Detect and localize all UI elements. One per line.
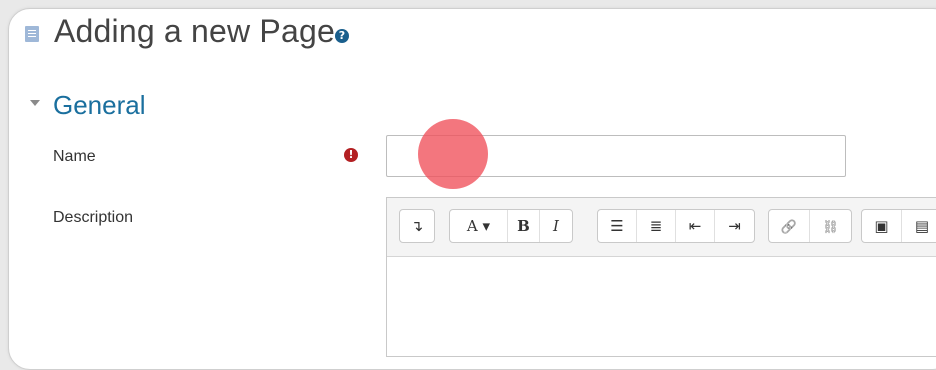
- bold-button[interactable]: B: [508, 210, 540, 242]
- show-more-buttons-button[interactable]: ↴: [400, 210, 434, 242]
- insert-media-button[interactable]: ▤: [902, 210, 936, 242]
- section-general-heading[interactable]: General: [53, 90, 146, 121]
- chevron-down-icon[interactable]: [30, 100, 40, 106]
- click-indicator: [418, 119, 488, 189]
- image-icon: ▣: [874, 217, 889, 235]
- outdent-button[interactable]: ⇤: [676, 210, 715, 242]
- media-icon: ▤: [914, 217, 930, 235]
- toolbar-group-links: 🔗 ⛓: [768, 209, 852, 243]
- required-icon: !: [344, 148, 358, 162]
- page-title: Adding a new Page: [54, 13, 335, 49]
- editor-content-area[interactable]: [387, 256, 936, 356]
- page-icon: [25, 26, 39, 42]
- link-button[interactable]: 🔗: [769, 210, 810, 242]
- name-label: Name: [53, 148, 96, 165]
- toolbar-group-style: A ▾ B I: [449, 209, 573, 243]
- editor-toolbar: ↴ A ▾ B I ☰ ≣ ⇤ ⇥ 🔗 ⛓ ▣ ▤: [387, 198, 936, 257]
- toolbar-group-toggle: ↴: [399, 209, 435, 243]
- description-editor[interactable]: ↴ A ▾ B I ☰ ≣ ⇤ ⇥ 🔗 ⛓ ▣ ▤: [386, 197, 936, 357]
- insert-image-button[interactable]: ▣: [862, 210, 902, 242]
- ordered-list-button[interactable]: ≣: [637, 210, 676, 242]
- font-style-button[interactable]: A ▾: [450, 210, 508, 242]
- help-icon[interactable]: ?: [335, 29, 349, 43]
- description-label: Description: [53, 209, 134, 226]
- unlink-button[interactable]: ⛓: [810, 210, 851, 242]
- indent-button[interactable]: ⇥: [715, 210, 754, 242]
- toolbar-group-media: ▣ ▤: [861, 209, 936, 243]
- unlink-icon: ⛓: [822, 220, 839, 235]
- italic-button[interactable]: I: [540, 210, 572, 242]
- link-icon: 🔗: [780, 220, 798, 235]
- unordered-list-button[interactable]: ☰: [598, 210, 637, 242]
- toolbar-group-lists: ☰ ≣ ⇤ ⇥: [597, 209, 755, 243]
